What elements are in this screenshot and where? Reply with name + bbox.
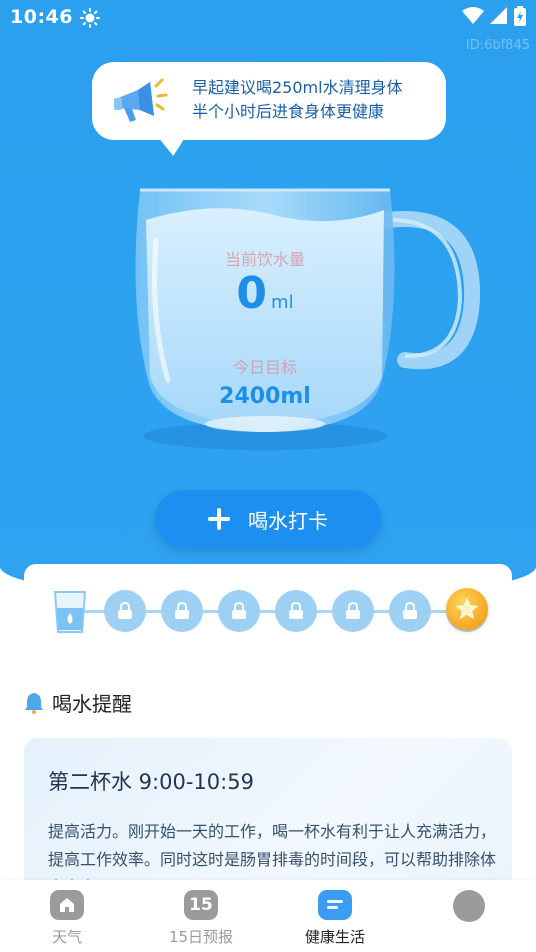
- current-intake-number: 0: [236, 268, 268, 319]
- locked-step-1: [104, 590, 146, 632]
- lock-icon: [346, 602, 360, 619]
- locked-step-6: [389, 590, 431, 632]
- plus-icon: [208, 508, 230, 530]
- current-intake-value: 0 ml: [120, 268, 410, 319]
- daily-goal-value: 2400ml: [219, 384, 311, 409]
- cup-progress-card: [24, 564, 512, 664]
- calendar-15-icon: 15: [184, 890, 218, 920]
- nav-tab-weather[interactable]: 天气: [12, 890, 122, 947]
- signal-icon: [490, 7, 507, 24]
- megaphone-icon: [114, 78, 168, 122]
- tip-line-2: 半个小时后进食身体更健康: [192, 102, 385, 121]
- current-intake-unit: ml: [271, 292, 294, 313]
- home-icon: [50, 890, 84, 920]
- watermark: ID:6bf845: [465, 38, 530, 53]
- lock-icon: [118, 602, 132, 619]
- tip-text: 早起建议喝250ml水清理身体 半个小时后进食身体更健康: [192, 76, 403, 124]
- locked-step-4: [275, 590, 317, 632]
- status-time: 10:46: [10, 6, 73, 28]
- locked-step-3: [218, 590, 260, 632]
- wifi-icon: [462, 7, 484, 24]
- lock-icon: [175, 602, 189, 619]
- bottom-navigation: 天气 15 15日预报 健康生活: [0, 880, 536, 952]
- locked-step-5: [332, 590, 374, 632]
- checkin-label: 喝水打卡: [248, 508, 328, 533]
- status-bar: 10:46: [0, 0, 536, 36]
- reminder-header: 喝水提醒: [24, 688, 132, 717]
- lock-icon: [232, 602, 246, 619]
- nav-label-health: 健康生活: [304, 928, 365, 946]
- nav-label-15day: 15日预报: [168, 928, 234, 946]
- tip-bubble: 早起建议喝250ml水清理身体 半个小时后进食身体更健康: [92, 62, 446, 140]
- nav-tab-extra[interactable]: [414, 890, 524, 928]
- lock-icon: [403, 602, 417, 619]
- current-intake-label: 当前饮水量: [224, 250, 305, 269]
- nav-label-weather: 天气: [51, 928, 82, 946]
- bell-icon: [25, 692, 43, 714]
- reminder-card[interactable]: 第二杯水 9:00-10:59 提高活力。刚开始一天的工作，喝一杯水有利于让人充…: [24, 738, 512, 898]
- locked-step-2: [161, 590, 203, 632]
- battery-icon: [514, 6, 526, 26]
- circle-icon: [453, 890, 485, 922]
- list-icon: [318, 890, 352, 920]
- daily-goal-label: 今日目标: [232, 358, 297, 377]
- lock-icon: [289, 602, 303, 619]
- goal-star-icon: [446, 588, 488, 630]
- nav-tab-15day[interactable]: 15 15日预报: [146, 890, 256, 947]
- drink-checkin-button[interactable]: 喝水打卡: [155, 490, 381, 548]
- sun-icon: [80, 8, 100, 28]
- nav-tab-health[interactable]: 健康生活: [280, 890, 390, 947]
- tip-line-1: 早起建议喝250ml水清理身体: [192, 78, 403, 97]
- reminder-title: 喝水提醒: [52, 692, 132, 716]
- water-cup: 当前饮水量 0 ml 今日目标 2400ml: [120, 180, 480, 450]
- water-glass-icon: [53, 591, 87, 633]
- status-icons: [462, 6, 526, 26]
- reminder-cup-title: 第二杯水 9:00-10:59: [48, 770, 254, 794]
